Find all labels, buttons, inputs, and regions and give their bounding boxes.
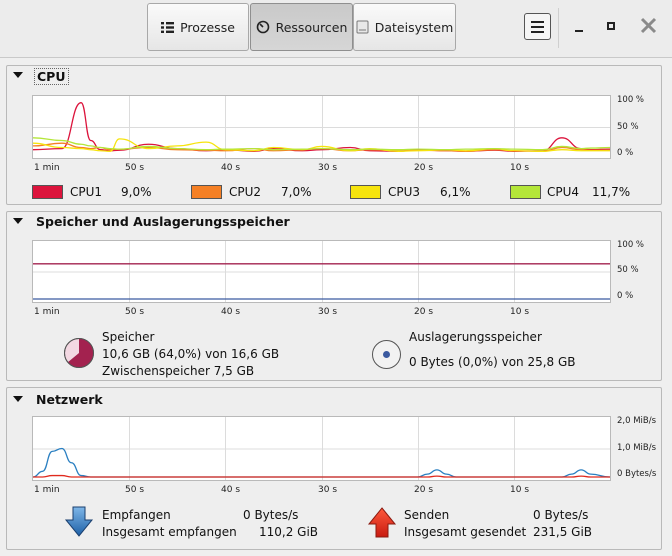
hamburger-menu-button[interactable] [524, 13, 551, 40]
cpu3-value: 6,1% [440, 185, 471, 199]
memory-graph [32, 240, 611, 303]
cpu2-value: 7,0% [281, 185, 312, 199]
x-tick-label: 20 s [414, 485, 434, 495]
x-tick-label: 40 s [221, 485, 241, 495]
list-icon [161, 21, 175, 33]
y-tick-label: 2,0 MiB/s [617, 416, 657, 426]
x-tick-label: 30 s [318, 163, 338, 173]
cpu-graph [32, 95, 611, 159]
memory-value: 10,6 GB (64,0%) von 16,6 GB [102, 347, 280, 361]
collapse-cpu-icon[interactable] [13, 72, 23, 78]
cpu2-color-button[interactable] [191, 185, 222, 199]
memory-pie-button[interactable] [63, 337, 95, 369]
maximize-icon[interactable] [607, 22, 615, 30]
receive-arrow-icon[interactable] [64, 506, 94, 538]
tab-processes[interactable]: Prozesse [147, 3, 249, 51]
receive-total: 110,2 GiB [259, 525, 319, 539]
y-tick-label: 0 Bytes/s [617, 469, 657, 479]
memory-title[interactable]: Speicher und Auslagerungsspeicher [36, 214, 290, 229]
minimize-icon[interactable] [575, 30, 583, 32]
close-icon[interactable] [640, 17, 657, 34]
series-line-cpu4 [33, 137, 610, 151]
x-tick-label: 1 min [34, 485, 60, 495]
receive-label: Empfangen [102, 508, 171, 522]
tab-label: Dateisystem [374, 19, 454, 35]
send-rate: 0 Bytes/s [533, 508, 589, 522]
send-arrow-icon[interactable] [367, 506, 397, 538]
series-line-senden [33, 474, 610, 478]
cpu2-label: CPU2 [229, 185, 262, 199]
network-title[interactable]: Netzwerk [36, 392, 103, 407]
y-tick-label: 1,0 MiB/s [617, 443, 657, 453]
series-line-cpu1 [33, 102, 610, 152]
swap-label: Auslagerungsspeicher [409, 330, 542, 344]
x-tick-label: 1 min [34, 163, 60, 173]
cpu-title[interactable]: CPU [34, 68, 69, 85]
receive-total-label: Insgesamt empfangen [102, 525, 237, 539]
collapse-network-icon[interactable] [13, 396, 23, 402]
y-tick-label: 50 % [617, 265, 639, 275]
x-tick-label: 10 s [510, 307, 530, 317]
series-line-empfangen [33, 447, 610, 478]
x-tick-label: 40 s [221, 307, 241, 317]
tab-resources[interactable]: Ressourcen [250, 3, 353, 51]
x-tick-label: 20 s [414, 307, 434, 317]
y-tick-label: 0 % [617, 291, 634, 301]
x-tick-label: 50 s [125, 307, 145, 317]
cpu1-color-button[interactable] [32, 185, 63, 199]
cpu3-label: CPU3 [388, 185, 421, 199]
tab-label: Ressourcen [275, 19, 348, 35]
cpu1-label: CPU1 [70, 185, 103, 199]
cache-value: Zwischenspeicher 7,5 GB [102, 364, 255, 378]
x-tick-label: 30 s [318, 485, 338, 495]
receive-rate: 0 Bytes/s [243, 508, 299, 522]
x-tick-label: 50 s [125, 485, 145, 495]
tab-filesystem[interactable]: Dateisystem [353, 3, 456, 51]
x-tick-label: 40 s [221, 163, 241, 173]
y-tick-label: 50 % [617, 122, 639, 132]
x-tick-label: 10 s [510, 163, 530, 173]
cpu4-color-button[interactable] [510, 185, 541, 199]
memory-label: Speicher [102, 330, 155, 344]
cpu4-value: 11,7% [592, 185, 631, 199]
x-tick-label: 20 s [414, 163, 434, 173]
x-tick-label: 50 s [125, 163, 145, 173]
x-tick-label: 30 s [318, 307, 338, 317]
gauge-icon [256, 20, 269, 34]
send-total: 231,5 GiB [533, 525, 593, 539]
window-controls-separator [558, 8, 559, 48]
tab-label: Prozesse [180, 19, 235, 35]
y-tick-label: 0 % [617, 148, 634, 158]
drive-icon [356, 20, 369, 34]
send-label: Senden [404, 508, 450, 522]
cpu4-label: CPU4 [547, 185, 580, 199]
x-tick-label: 1 min [34, 307, 60, 317]
cpu1-value: 9,0% [121, 185, 152, 199]
collapse-memory-icon[interactable] [13, 218, 23, 224]
y-tick-label: 100 % [617, 95, 645, 105]
send-total-label: Insgesamt gesendet [404, 525, 527, 539]
network-graph [32, 416, 611, 481]
swap-pie-button[interactable] [371, 339, 402, 370]
x-tick-label: 10 s [510, 485, 530, 495]
y-tick-label: 100 % [617, 240, 645, 250]
swap-value: 0 Bytes (0,0%) von 25,8 GB [409, 355, 576, 369]
cpu3-color-button[interactable] [350, 185, 381, 199]
